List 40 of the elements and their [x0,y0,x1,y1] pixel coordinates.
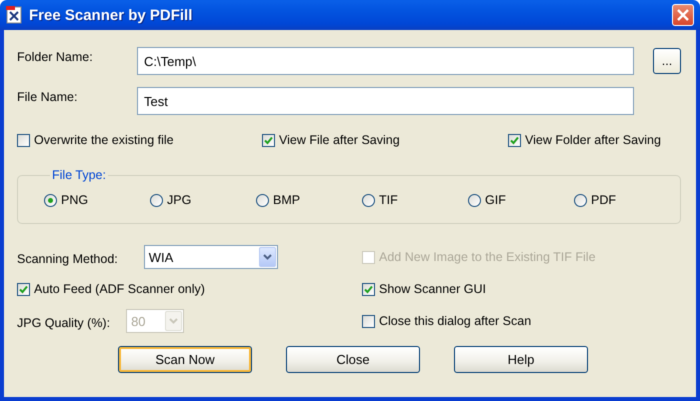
checkbox[interactable] [17,282,30,296]
app-icon [6,6,23,24]
field-label: JPG Quality (%): [17,314,110,330]
radio-label: JPG [167,193,192,207]
checkbox-label: View File after Saving [279,133,400,147]
checkbox[interactable] [262,134,275,146]
radio-label: PDF [591,193,616,207]
browse-button[interactable]: ... [653,48,681,74]
radio-label: PNG [61,193,88,207]
file-name-field[interactable]: Test [137,87,634,115]
radio-label: GIF [485,193,506,207]
checkbox[interactable] [362,282,375,296]
folder-name-field[interactable]: C:\Temp\ [137,47,634,75]
checkbox[interactable] [362,314,375,328]
field-label: Folder Name: [17,49,94,64]
checkbox[interactable] [17,134,30,146]
checkbox-label: View Folder after Saving [525,133,661,147]
field-label: Scanning Method: [17,250,118,266]
close-icon[interactable] [672,4,694,26]
radio-button[interactable] [574,194,587,206]
dialog-button[interactable]: Close [286,346,420,373]
scanning-method-dropdown[interactable]: WIA [144,245,278,269]
radio-label: TIF [379,193,398,207]
checkbox-label: Add New Image to the Existing TIF File [379,250,596,264]
window-title: Free Scanner by PDFill [29,6,194,24]
dialog-button[interactable]: Help [454,346,588,373]
checkbox-label: Show Scanner GUI [379,282,486,296]
field-label: File Name: [17,89,78,104]
radio-label: BMP [273,193,300,207]
checkbox-label: Close this dialog after Scan [379,314,532,328]
radio-button[interactable] [362,194,375,206]
radio-button[interactable] [468,194,481,206]
checkbox[interactable] [508,134,521,146]
radio-button[interactable] [256,194,269,206]
radio-button[interactable] [150,194,163,206]
checkbox-label: Auto Feed (ADF Scanner only) [34,282,205,296]
checkbox-label: Overwrite the existing file [34,133,174,147]
dialog-button[interactable]: Scan Now [118,346,252,373]
group-title: File Type: [51,168,107,182]
radio-button[interactable] [44,194,57,206]
